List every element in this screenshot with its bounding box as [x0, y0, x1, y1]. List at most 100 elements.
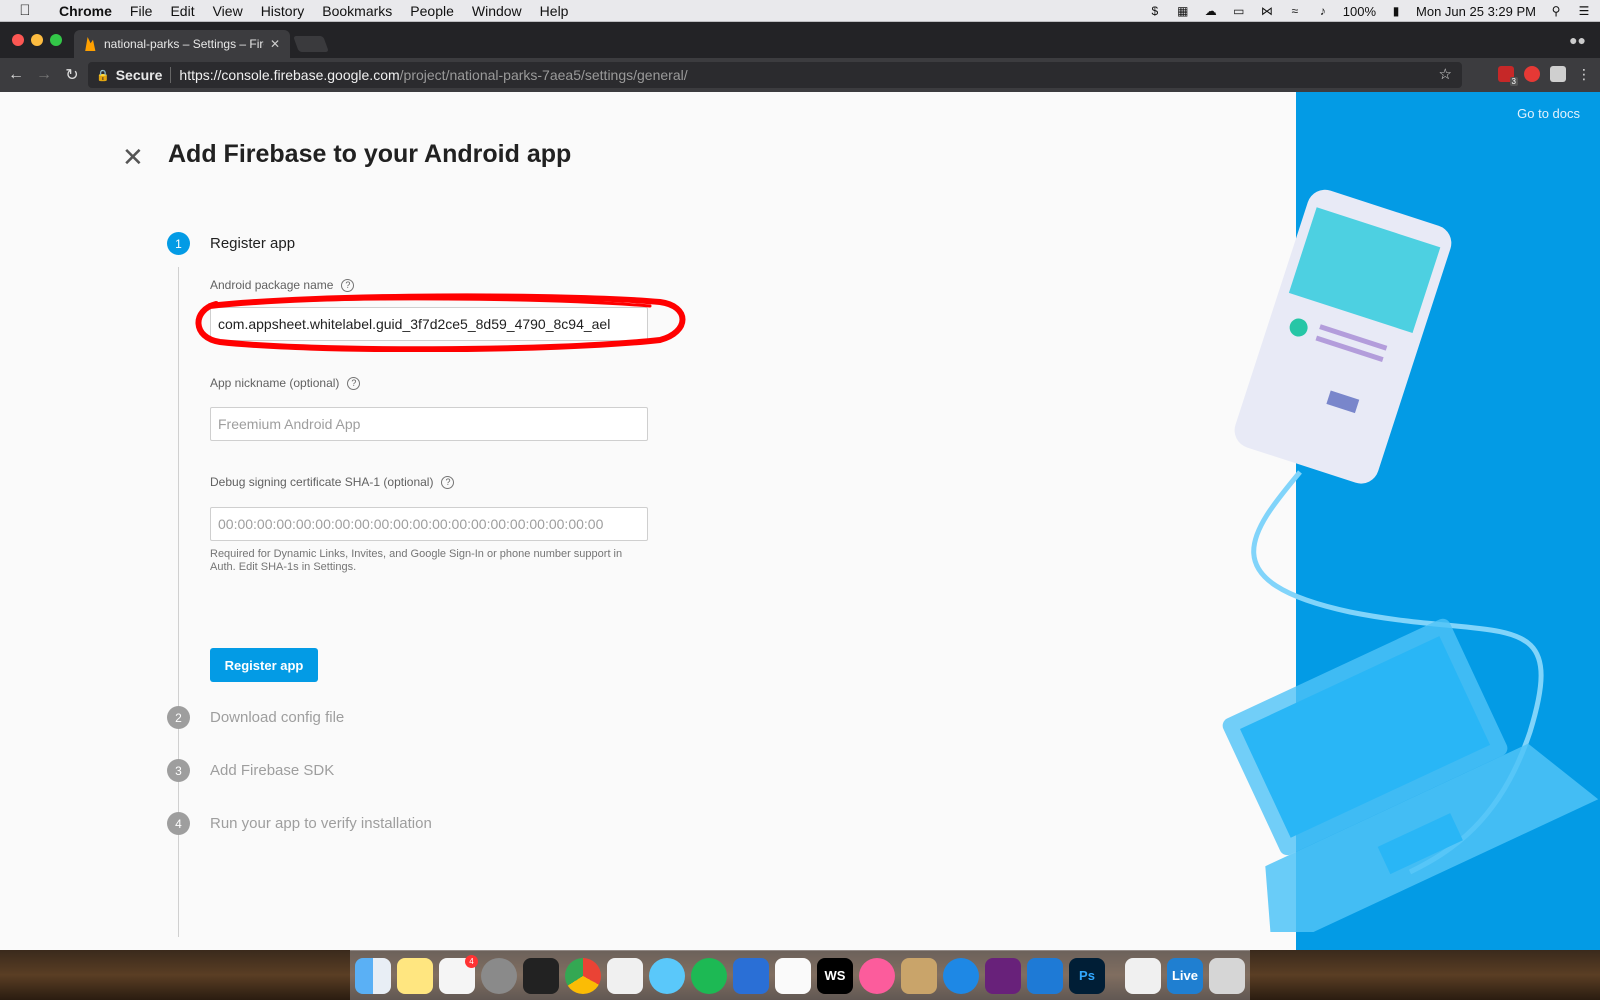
- help-icon[interactable]: ?: [441, 475, 455, 489]
- itunes-producer-icon[interactable]: [1125, 957, 1161, 994]
- profile-icon[interactable]: ●●: [1569, 32, 1586, 48]
- shield-extension-icon[interactable]: [1524, 66, 1540, 82]
- menu-view[interactable]: View: [204, 0, 252, 22]
- nickname-label: App nickname (optional) ?: [210, 376, 361, 390]
- browser-tab[interactable]: national-parks – Settings – Fire ✕: [74, 30, 290, 58]
- window-minimize-button[interactable]: [31, 34, 43, 46]
- bluetooth-icon[interactable]: ⋈: [1259, 4, 1275, 18]
- keychain-icon[interactable]: [901, 957, 937, 994]
- live-label: Live: [1171, 968, 1198, 983]
- stepper-line: [178, 267, 179, 937]
- reminders-icon[interactable]: 4: [439, 954, 478, 994]
- package-name-input[interactable]: [210, 307, 648, 341]
- cloudapp-icon[interactable]: [733, 957, 769, 994]
- trash-icon[interactable]: [1209, 957, 1245, 994]
- nickname-input[interactable]: [210, 407, 648, 441]
- ublock-extension-icon[interactable]: 3: [1498, 66, 1518, 86]
- photoshop-icon[interactable]: Ps: [1069, 957, 1105, 994]
- clock[interactable]: Mon Jun 25 3:29 PM: [1416, 4, 1536, 19]
- apple-menu-icon[interactable]: : [0, 2, 50, 19]
- secure-label: Secure: [115, 67, 163, 83]
- menu-window[interactable]: Window: [463, 0, 531, 22]
- close-icon[interactable]: ✕: [122, 144, 144, 170]
- step-3-number: 3: [167, 759, 190, 782]
- tab-close-icon[interactable]: ✕: [270, 37, 280, 51]
- page-title: Add Firebase to your Android app: [168, 140, 572, 168]
- safari-icon[interactable]: [943, 957, 979, 994]
- system-preferences-icon[interactable]: [481, 957, 517, 994]
- macos-menubar:  Chrome File Edit View History Bookmark…: [0, 0, 1600, 22]
- messages-icon[interactable]: [649, 957, 685, 994]
- address-divider: [170, 67, 172, 83]
- grid-icon[interactable]: ▦: [1175, 4, 1191, 18]
- wifi-icon[interactable]: ≈: [1287, 4, 1303, 18]
- step-4-label[interactable]: Run your app to verify installation: [210, 815, 432, 832]
- spotify-icon[interactable]: [691, 957, 727, 994]
- menu-kebab-icon[interactable]: ⋮: [1576, 66, 1592, 82]
- step-1-label: Register app: [210, 235, 296, 252]
- textedit-icon[interactable]: [775, 957, 811, 994]
- reload-icon[interactable]: ↻: [60, 63, 84, 87]
- live-icon[interactable]: Live: [1167, 957, 1203, 994]
- menu-file[interactable]: File: [121, 0, 162, 22]
- xcode-icon[interactable]: [1027, 957, 1063, 994]
- chrome-icon[interactable]: [565, 957, 601, 994]
- chat-extension-icon[interactable]: [1550, 66, 1566, 82]
- menu-history[interactable]: History: [252, 0, 314, 22]
- sha-input[interactable]: [210, 507, 648, 541]
- bookmark-star-icon[interactable]: ☆: [1439, 65, 1452, 83]
- go-to-docs-link[interactable]: Go to docs: [1517, 106, 1580, 121]
- dock: 4 WS Ps Live: [350, 950, 1250, 1000]
- tab-title: national-parks – Settings – Fire: [104, 37, 264, 51]
- extension-badge: 3: [1509, 77, 1518, 86]
- finder-icon[interactable]: [355, 957, 391, 994]
- menu-bookmarks[interactable]: Bookmarks: [313, 0, 401, 22]
- itunes-icon[interactable]: [859, 957, 895, 994]
- battery-percent[interactable]: 100%: [1343, 4, 1376, 19]
- help-icon[interactable]: ?: [341, 278, 355, 292]
- terminal-icon[interactable]: [523, 957, 559, 994]
- volume-icon[interactable]: ♪: [1315, 4, 1331, 18]
- package-name-label-text: Android package name: [210, 278, 334, 292]
- address-bar[interactable]: 🔒 Secure https://console.firebase.google…: [88, 62, 1462, 88]
- step-1-number: 1: [167, 232, 190, 255]
- battery-icon[interactable]: ▮: [1388, 4, 1404, 18]
- url-path: /project/national-parks-7aea5/settings/g…: [399, 67, 688, 83]
- visual-studio-icon[interactable]: [985, 957, 1021, 994]
- help-icon[interactable]: ?: [347, 376, 361, 390]
- tab-strip: national-parks – Settings – Fire ✕ ●●: [0, 22, 1600, 58]
- webstorm-icon[interactable]: WS: [817, 957, 853, 994]
- menu-people[interactable]: People: [401, 0, 463, 22]
- register-app-button[interactable]: Register app: [210, 648, 318, 682]
- sha-helper-text: Required for Dynamic Links, Invites, and…: [210, 548, 623, 573]
- search-icon[interactable]: ⚲: [1548, 4, 1564, 18]
- photoshop-label: Ps: [1079, 968, 1095, 983]
- status-area: $ ▦ ☁ ▭ ⋈ ≈ ♪ 100% ▮ Mon Jun 25 3:29 PM …: [1147, 0, 1592, 22]
- step-4-number: 4: [167, 812, 190, 835]
- airplay-icon[interactable]: ▭: [1231, 4, 1247, 18]
- window-close-button[interactable]: [12, 34, 24, 46]
- dollar-icon[interactable]: $: [1147, 4, 1163, 18]
- step-2-label[interactable]: Download config file: [210, 709, 344, 726]
- slack-icon[interactable]: [607, 957, 643, 994]
- reminders-badge: 4: [465, 954, 478, 968]
- cloud-icon[interactable]: ☁: [1203, 4, 1219, 18]
- sha-label: Debug signing certificate SHA-1 (optiona…: [210, 475, 455, 489]
- package-name-label: Android package name ?: [210, 278, 355, 292]
- notes-icon[interactable]: [397, 957, 433, 994]
- window-zoom-button[interactable]: [50, 34, 62, 46]
- forward-icon[interactable]: →: [32, 63, 56, 87]
- nickname-label-text: App nickname (optional): [210, 376, 340, 390]
- new-tab-button[interactable]: [293, 36, 329, 52]
- browser-toolbar: ← → ↻ 🔒 Secure https://console.firebase.…: [0, 58, 1600, 92]
- menu-help[interactable]: Help: [531, 0, 578, 22]
- extensions: 3 ⋮: [1498, 66, 1592, 86]
- back-icon[interactable]: ←: [4, 63, 28, 87]
- url-host: https://console.firebase.google.com: [179, 67, 400, 83]
- menu-app-chrome[interactable]: Chrome: [50, 0, 121, 22]
- firebase-page: ✕ Add Firebase to your Android app 1 Reg…: [0, 92, 1600, 950]
- step-3-label[interactable]: Add Firebase SDK: [210, 762, 334, 779]
- menu-edit[interactable]: Edit: [161, 0, 203, 22]
- list-icon[interactable]: ☰: [1576, 4, 1592, 18]
- phone-laptop-illustration: [1222, 189, 1599, 932]
